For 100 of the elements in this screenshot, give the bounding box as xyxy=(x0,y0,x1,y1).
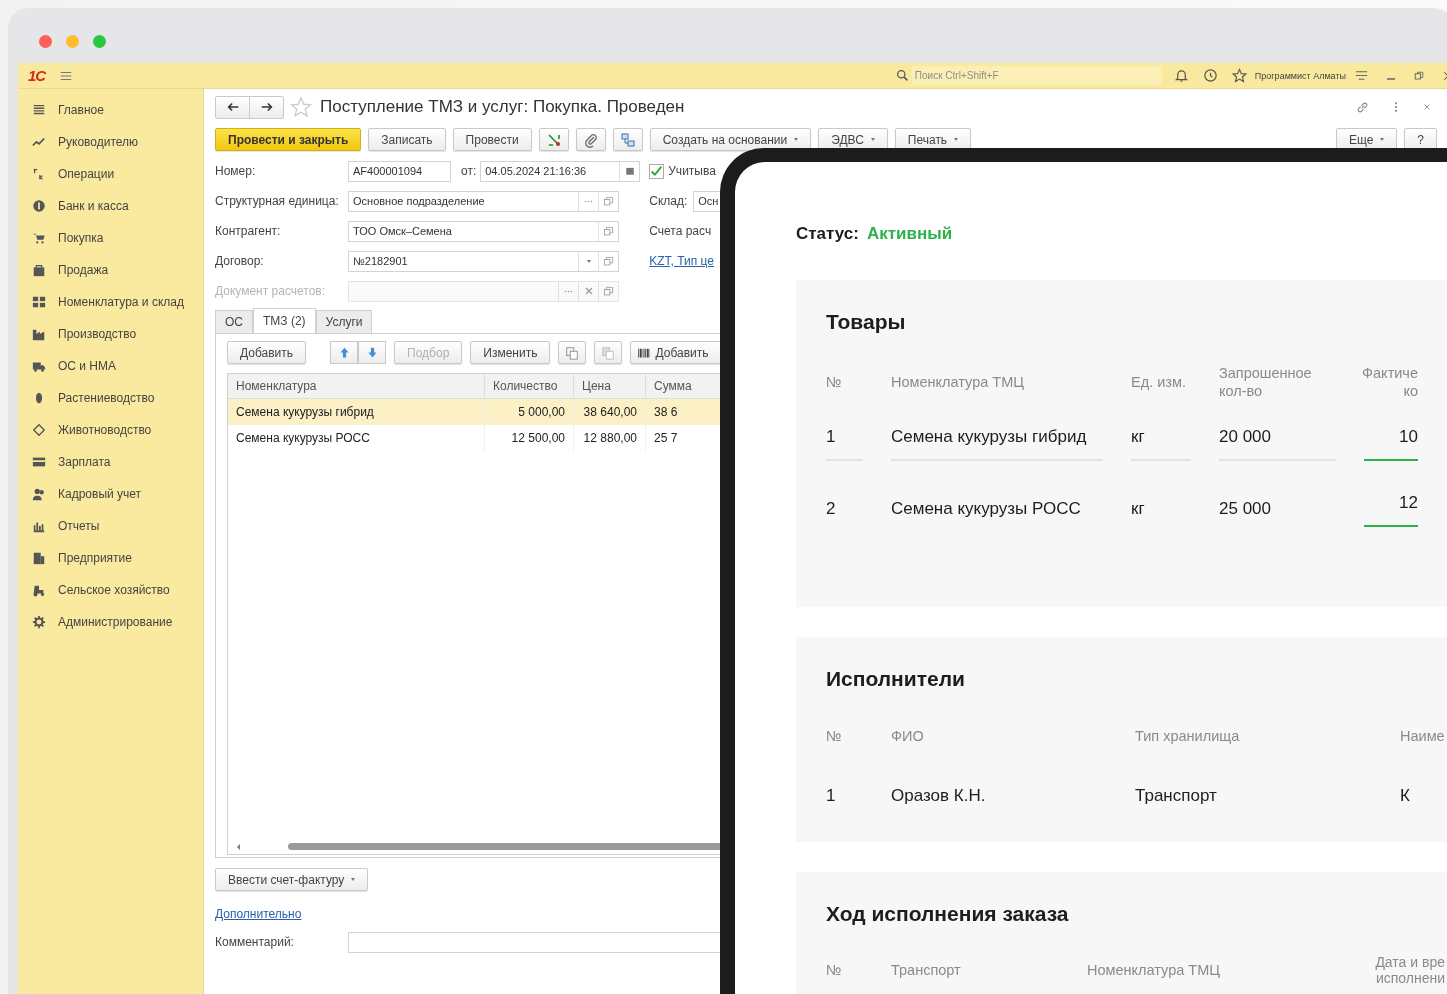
copy-icon xyxy=(565,345,580,360)
column-header[interactable]: Количество xyxy=(484,374,574,399)
column-header: № xyxy=(826,373,843,392)
table-cell: 12 500,00 xyxy=(484,425,574,451)
sidebar-item[interactable]: Сельское хозяйство xyxy=(58,583,170,597)
copy-button[interactable] xyxy=(558,341,587,364)
clear-icon xyxy=(584,287,593,295)
open-icon xyxy=(603,255,614,267)
more-link[interactable]: Дополнительно xyxy=(215,907,302,921)
tab[interactable]: Услуги xyxy=(315,310,373,333)
sidebar-item[interactable]: Растениеводство xyxy=(58,391,155,405)
field-label: Счета расч xyxy=(649,224,712,238)
close-icon xyxy=(1422,102,1432,112)
debit-credit-button[interactable] xyxy=(538,128,569,151)
input-field[interactable] xyxy=(348,280,619,302)
calendar-icon xyxy=(624,166,635,176)
table-cell: 20 000 xyxy=(1219,427,1336,462)
tab[interactable]: ТМЗ (2) xyxy=(253,308,316,333)
sidebar-item[interactable]: Кадровый учет xyxy=(58,487,142,501)
factory-icon xyxy=(32,327,46,341)
table-button[interactable]: Изменить xyxy=(470,341,551,364)
toolbar-button[interactable]: Провести xyxy=(452,128,532,151)
sidebar-item[interactable]: Банк и касса xyxy=(58,199,129,213)
column-header: Наиме xyxy=(1400,727,1446,746)
table-button[interactable]: Добавить xyxy=(227,341,307,364)
search-icon xyxy=(895,69,909,82)
sidebar-item[interactable]: Руководителю xyxy=(58,135,139,149)
sidebar-item[interactable]: Зарплата xyxy=(58,455,111,469)
field-label: от: xyxy=(461,164,477,178)
table-cell-text: 1 xyxy=(826,786,837,808)
sidebar-item[interactable]: Номенклатура и склад xyxy=(58,295,184,309)
post-and-close-button[interactable]: Провести и закрыть xyxy=(215,128,362,151)
checkbox-label: Учитыва xyxy=(668,164,716,178)
settings-icon xyxy=(32,615,46,629)
input-field[interactable]: №2182901 xyxy=(348,250,619,272)
sidebar-item[interactable]: Операции xyxy=(58,167,115,181)
sidebar-item[interactable]: Продажа xyxy=(58,263,109,277)
sidebar-item[interactable]: ОС и НМА xyxy=(58,359,117,373)
sidebar-item[interactable]: Предприятие xyxy=(58,551,132,565)
column-header[interactable]: Номенклатура xyxy=(228,374,485,399)
input-field[interactable]: 10 xyxy=(1364,427,1418,462)
structure-button[interactable] xyxy=(612,128,643,151)
table-cell: Семена кукурузы РОСС xyxy=(228,425,485,451)
input-field[interactable]: 12 xyxy=(1364,493,1418,528)
document-title: Поступление ТМЗ и услуг: Покупка. Проведен xyxy=(320,97,685,117)
menu-icon xyxy=(1354,68,1369,83)
coin-icon xyxy=(32,199,46,213)
grid-icon xyxy=(32,295,46,309)
price-type-link[interactable]: KZT, Тип це xyxy=(649,254,714,268)
zoom-window-button[interactable] xyxy=(93,35,106,48)
user-name[interactable]: Программист Алматы xyxy=(1254,70,1346,81)
tractor-icon xyxy=(32,583,46,597)
minimize-window-button[interactable] xyxy=(66,35,79,48)
sidebar-item[interactable]: Животноводство xyxy=(58,423,152,437)
bag-icon xyxy=(32,263,46,277)
dropdown-button[interactable]: Создать на основании xyxy=(649,128,812,151)
table-cell: 38 640,00 xyxy=(573,398,646,425)
input-field[interactable]: 04.05.2024 21:16:36 xyxy=(480,160,641,182)
input-field[interactable]: ТОО Омск–Семена xyxy=(348,220,619,242)
forward-arrow-icon xyxy=(259,100,274,114)
table-cell: Семена кукурузы гибрид xyxy=(891,427,1103,462)
sidebar-item[interactable]: Отчеты xyxy=(58,519,100,533)
section-title: Ход исполнения заказа xyxy=(826,902,1070,926)
sidebar-item[interactable]: Производство xyxy=(58,327,137,341)
bell-icon xyxy=(1173,68,1189,83)
sidebar-item[interactable]: Главное xyxy=(58,103,104,117)
field-label: Документ расчетов: xyxy=(215,284,327,298)
field-label: Структурная единица: xyxy=(215,194,340,208)
column-header[interactable]: Сумма xyxy=(645,374,723,399)
input-field[interactable]: Основное подразделение xyxy=(348,190,619,212)
table-row[interactable]: Семена кукурузы гибрид 5 000,00 38 640,00 38 6 xyxy=(228,398,723,425)
checkbox[interactable] xyxy=(649,163,665,179)
column-header: Номенклатура ТМЦ xyxy=(891,373,1025,392)
card-icon xyxy=(32,455,46,469)
paperclip-icon xyxy=(582,131,599,148)
menu-icon xyxy=(32,103,46,117)
column-header[interactable]: Цена xyxy=(573,374,646,399)
cart-icon xyxy=(32,231,46,245)
tab[interactable]: ОС xyxy=(215,310,253,333)
field-label: Номер: xyxy=(215,164,257,178)
table-cell-text: 2 xyxy=(826,499,837,521)
open-icon xyxy=(603,225,614,237)
dropdown-button[interactable]: Ввести счет-фактуру xyxy=(215,868,369,891)
column-header: ФИО xyxy=(891,727,925,746)
column-header: № xyxy=(826,727,843,746)
move-up-button[interactable] xyxy=(330,341,359,364)
star-icon xyxy=(1231,68,1247,83)
sidebar-item[interactable]: Покупка xyxy=(58,231,104,245)
column-header: Номенклатура ТМЦ xyxy=(1087,961,1221,979)
search-field[interactable]: Поиск Ctrl+Shift+F xyxy=(911,66,1162,85)
paperclip-button[interactable] xyxy=(575,128,606,151)
table-cell-text: 25 000 xyxy=(1219,499,1272,521)
move-down-button[interactable] xyxy=(358,341,387,364)
table-cell: 12 880,00 xyxy=(573,425,646,451)
close-window-button[interactable] xyxy=(39,35,52,48)
sidebar-item[interactable]: Администрирование xyxy=(58,615,173,629)
input-field[interactable]: AF400001094 xyxy=(348,160,451,182)
toolbar-button[interactable]: Записать xyxy=(368,128,446,151)
people-icon xyxy=(32,487,46,501)
add-by-barcode-button[interactable]: Добавить xyxy=(630,341,722,364)
